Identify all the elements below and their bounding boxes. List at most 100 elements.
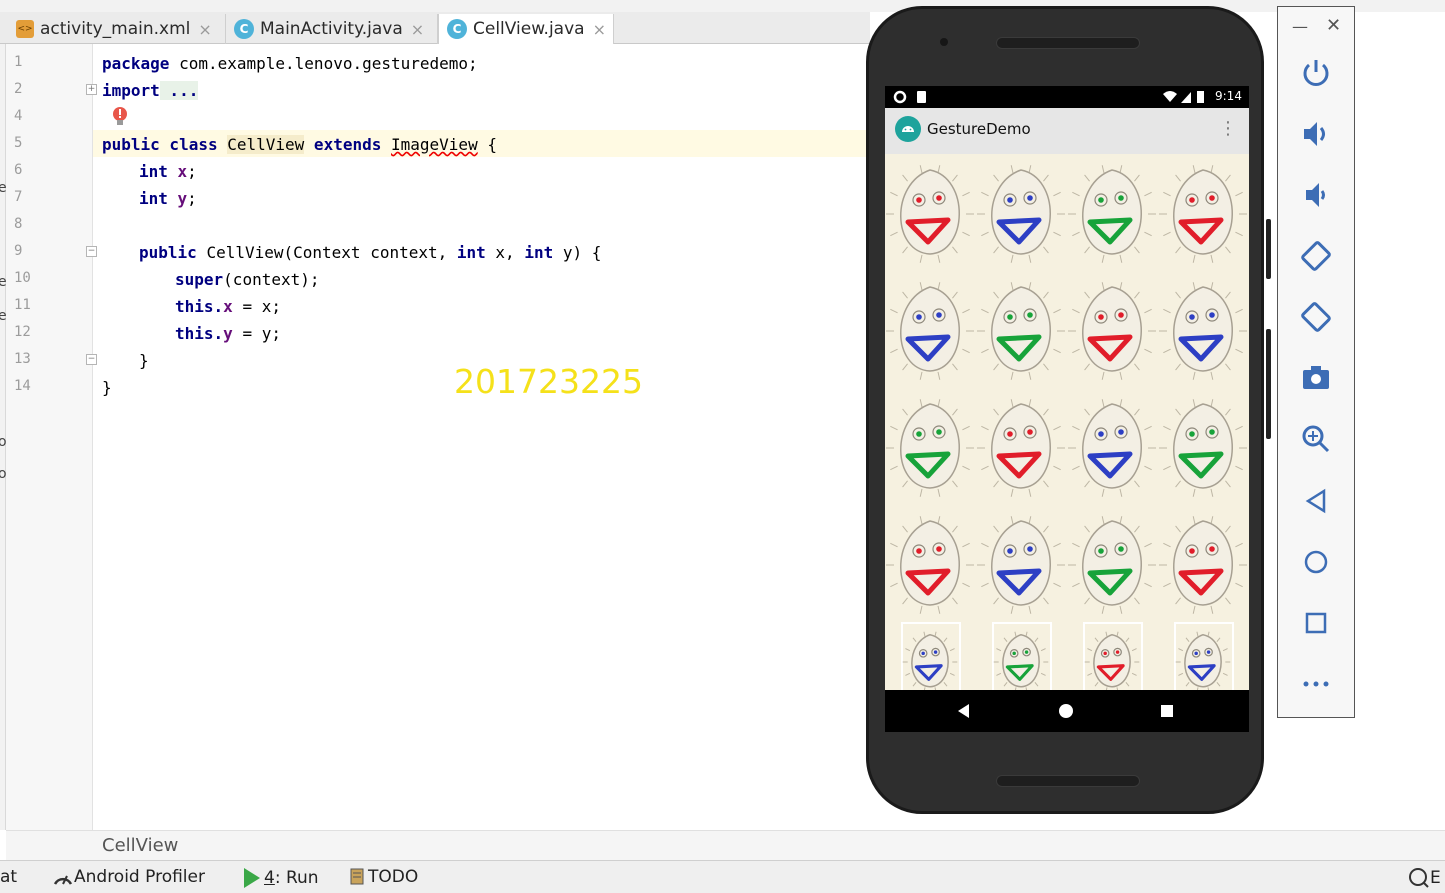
face-cell[interactable]: [1174, 622, 1234, 690]
line-number: 14: [14, 378, 31, 394]
line-number: 9: [14, 243, 23, 259]
code-line-14[interactable]: }: [102, 374, 112, 401]
code-line-11[interactable]: this.x = x;: [175, 293, 281, 320]
face-cell[interactable]: [901, 622, 961, 690]
code-line-2[interactable]: import ...: [102, 77, 199, 104]
line-number: 8: [14, 216, 23, 232]
face-cell[interactable]: [977, 165, 1065, 263]
line-number: 1: [14, 54, 23, 70]
more-icon[interactable]: [1298, 666, 1334, 702]
emulator-screen[interactable]: 9:14 GestureDemo ⋮: [885, 86, 1249, 732]
face-cell[interactable]: [886, 399, 974, 497]
breadcrumb-item[interactable]: CellView: [102, 835, 178, 856]
face-cell[interactable]: [1068, 282, 1156, 380]
close-icon[interactable]: ×: [198, 20, 211, 39]
line-number-gutter: 1 2 4 5 6 7 8 9 10 11 12 13 14 + − −: [6, 44, 97, 830]
signal-battery-icons: [1163, 91, 1204, 103]
fold-expand-icon[interactable]: +: [86, 84, 97, 95]
intention-bulb-icon[interactable]: [112, 106, 128, 128]
status-time: 9:14: [1215, 89, 1242, 103]
tab-main-activity-java[interactable]: C MainActivity.java ×: [226, 14, 438, 44]
code-line-6[interactable]: int x;: [139, 158, 197, 185]
nav-back-icon: [958, 704, 969, 718]
emulator-phone-frame: 9:14 GestureDemo ⋮: [866, 6, 1271, 814]
nav-buttons: [958, 704, 1173, 718]
face-cell[interactable]: [1068, 165, 1156, 263]
app-action-bar: GestureDemo ⋮: [885, 108, 1249, 154]
face-cell[interactable]: [1068, 399, 1156, 497]
line-number: 4: [14, 108, 23, 124]
event-log-icon: [1409, 868, 1429, 888]
volume-down-icon[interactable]: [1298, 177, 1334, 213]
face-cell[interactable]: [886, 516, 974, 614]
face-cell[interactable]: [977, 399, 1065, 497]
android-status-bar: 9:14: [885, 86, 1249, 108]
tab-activity-main-xml[interactable]: <> activity_main.xml ×: [8, 14, 226, 44]
code-line-13[interactable]: }: [139, 347, 149, 374]
code-line-7[interactable]: int y;: [139, 185, 197, 212]
code-line-9[interactable]: public CellView(Context context, int x, …: [139, 239, 601, 266]
home-icon[interactable]: [1298, 544, 1334, 580]
face-cell[interactable]: [886, 282, 974, 380]
face-cell[interactable]: [977, 516, 1065, 614]
tab-label: activity_main.xml: [40, 19, 191, 39]
code-line-12[interactable]: this.y = y;: [175, 320, 281, 347]
editor-tab-bar: <> activity_main.xml × C MainActivity.ja…: [0, 12, 870, 44]
line-number: 6: [14, 162, 23, 178]
tab-label: CellView.java: [473, 19, 585, 39]
watermark-text: 201723225: [454, 362, 643, 401]
nav-home-icon: [1059, 704, 1073, 718]
face-grid[interactable]: [885, 154, 1249, 690]
top-speaker: [996, 37, 1140, 49]
face-cell[interactable]: [992, 622, 1052, 690]
class-icon: C: [234, 19, 254, 39]
profiler-gauge-icon: [53, 875, 73, 885]
camera-icon[interactable]: [1298, 360, 1334, 396]
emulator-toolbar: — ✕: [1277, 6, 1355, 718]
code-line-1[interactable]: package com.example.lenovo.gesturedemo;: [102, 50, 478, 77]
face-cell[interactable]: [1159, 165, 1247, 263]
notification-icons: [893, 90, 926, 104]
volume-up-icon[interactable]: [1298, 116, 1334, 152]
tool-window-bar: at Android Profiler 4: Run TODO E: [0, 860, 1445, 893]
face-cell[interactable]: [1159, 516, 1247, 614]
code-line-5[interactable]: public class CellView extends ImageView …: [102, 131, 497, 158]
close-icon[interactable]: ×: [411, 20, 424, 39]
face-cell[interactable]: [1159, 399, 1247, 497]
close-icon[interactable]: ×: [593, 20, 606, 39]
app-title: GestureDemo: [927, 120, 1031, 138]
line-number: 13: [14, 351, 31, 367]
fold-end-icon[interactable]: −: [86, 354, 97, 365]
breadcrumb: CellView: [6, 830, 1445, 860]
power-icon[interactable]: [1298, 55, 1334, 91]
event-log-button[interactable]: E: [1408, 867, 1441, 889]
tool-window-fragment[interactable]: at: [0, 867, 17, 887]
fold-collapse-icon[interactable]: −: [86, 246, 97, 257]
android-profiler-button[interactable]: Android Profiler: [52, 867, 205, 887]
rotate-right-icon[interactable]: [1298, 299, 1334, 335]
tab-cellview-java[interactable]: C CellView.java ×: [438, 14, 614, 44]
android-nav-bar: [885, 690, 1249, 732]
minimize-icon[interactable]: —: [1292, 17, 1308, 36]
run-button[interactable]: 4: Run: [242, 867, 319, 889]
front-camera: [940, 38, 948, 46]
line-number: 10: [14, 270, 31, 286]
rotate-left-icon[interactable]: [1298, 238, 1334, 274]
face-cell[interactable]: [1068, 516, 1156, 614]
overflow-menu-icon[interactable]: ⋮: [1219, 118, 1237, 139]
run-icon: [244, 868, 260, 888]
zoom-icon[interactable]: [1298, 421, 1334, 457]
code-line-10[interactable]: super(context);: [175, 266, 320, 293]
close-icon[interactable]: ✕: [1326, 15, 1341, 36]
face-cell[interactable]: [1159, 282, 1247, 380]
overview-icon[interactable]: [1298, 605, 1334, 641]
face-cell[interactable]: [886, 165, 974, 263]
face-cell[interactable]: [1083, 622, 1143, 690]
bottom-speaker: [996, 775, 1140, 787]
collapsed-imports: ...: [159, 81, 199, 100]
todo-button[interactable]: TODO: [348, 867, 418, 887]
line-number: 7: [14, 189, 23, 205]
face-cell[interactable]: [977, 282, 1065, 380]
back-icon[interactable]: [1298, 483, 1334, 519]
android-logo-icon: [895, 116, 921, 142]
